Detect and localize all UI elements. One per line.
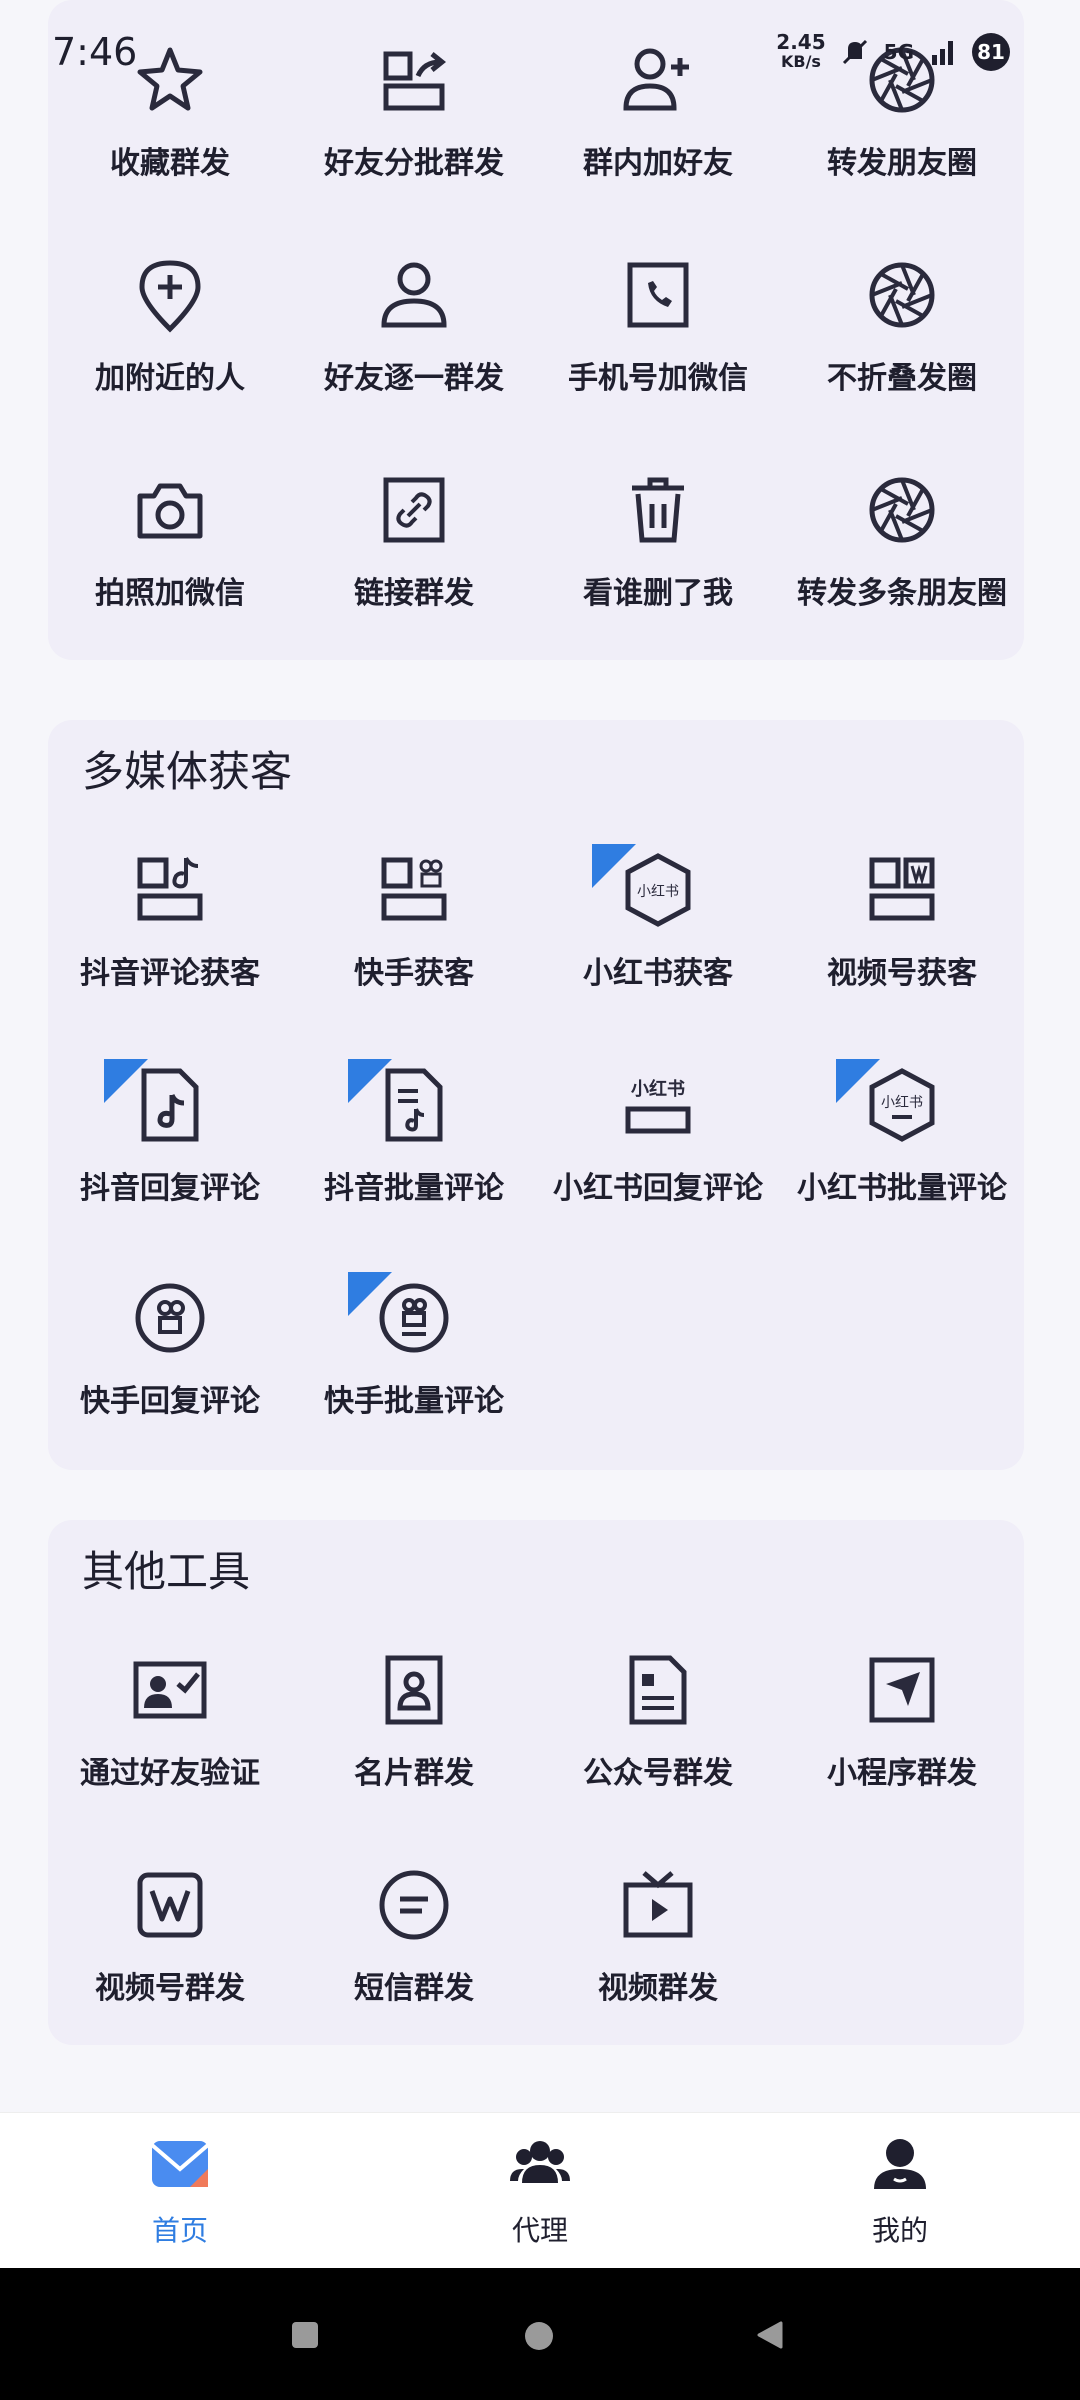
svg-text:小红书: 小红书 — [881, 1095, 923, 1111]
back-button[interactable] — [755, 2320, 785, 2354]
section-title-other: 其他工具 — [82, 1547, 251, 1596]
battery-indicator: 81 — [972, 33, 1010, 71]
new-badge — [836, 1059, 880, 1103]
card-media-acquisition: 多媒体获客 抖音评论获客 快手获客 小红书 小红书获客 视频号获客 抖音回复评论… — [48, 720, 1024, 1470]
location-add-icon — [139, 260, 201, 333]
tile-phone-add-wechat[interactable]: 手机号加微信 — [536, 255, 780, 425]
recents-button[interactable] — [290, 2320, 320, 2354]
tile-xiaohongshu-batch[interactable]: 小红书 小红书批量评论 — [780, 1059, 1024, 1235]
article-icon — [629, 1655, 687, 1725]
mute-icon — [842, 39, 867, 65]
tile-channels-broadcast[interactable]: 视频号群发 — [48, 1865, 292, 2035]
tile-xiaohongshu-reply[interactable]: 小红书 小红书回复评论 — [536, 1065, 780, 1235]
douyin-layout-icon — [137, 857, 203, 921]
new-badge — [348, 1272, 392, 1316]
tile-douyin-batch[interactable]: 抖音批量评论 — [292, 1059, 536, 1235]
square-icon — [292, 2322, 318, 2348]
home-mail-icon — [150, 2141, 210, 2187]
triangle-back-icon — [757, 2321, 783, 2349]
link-icon — [383, 477, 445, 543]
tile-kuaishou-batch[interactable]: 快手批量评论 — [292, 1272, 536, 1448]
person-icon — [381, 262, 447, 328]
section-title-media: 多媒体获客 — [82, 747, 293, 796]
id-check-icon — [133, 1661, 207, 1719]
tile-official-account-broadcast[interactable]: 公众号群发 — [536, 1650, 780, 1820]
tile-mini-program-broadcast[interactable]: 小程序群发 — [780, 1650, 1024, 1820]
tile-nearby-people[interactable]: 加附近的人 — [48, 255, 292, 425]
aperture-icon — [869, 262, 935, 328]
status-time: 7:46 — [52, 30, 138, 74]
tile-friend-one-by-one[interactable]: 好友逐一群发 — [292, 255, 536, 425]
tile-kuaishou[interactable]: 快手获客 — [292, 850, 536, 1020]
tile-douyin-reply[interactable]: 抖音回复评论 — [48, 1059, 292, 1235]
bottom-nav: 首页 代理 我的 — [0, 2112, 1080, 2269]
tile-verify-friend[interactable]: 通过好友验证 — [48, 1650, 292, 1820]
group-icon — [510, 2141, 570, 2183]
camera-icon — [137, 483, 203, 539]
tile-video-broadcast[interactable]: 视频群发 — [536, 1865, 780, 2035]
contact-card-icon — [385, 1655, 443, 1725]
trash-icon — [632, 477, 684, 543]
tile-link-broadcast[interactable]: 链接群发 — [292, 470, 536, 640]
tile-kuaishou-reply[interactable]: 快手回复评论 — [48, 1278, 292, 1448]
tile-xiaohongshu[interactable]: 小红书 小红书获客 — [536, 844, 780, 1020]
xiaohongshu-layout-icon: 小红书 — [625, 1078, 691, 1134]
nav-home[interactable]: 首页 — [90, 2131, 270, 2249]
home-button[interactable] — [523, 2320, 555, 2356]
kuaishou-circle-icon — [135, 1283, 205, 1353]
channels-layout-icon — [869, 857, 935, 921]
nav-agent[interactable]: 代理 — [450, 2131, 630, 2249]
signal-icon — [932, 41, 953, 65]
tile-who-deleted-me[interactable]: 看谁删了我 — [536, 470, 780, 640]
nav-mine[interactable]: 我的 — [810, 2131, 990, 2249]
tile-no-fold-post[interactable]: 不折叠发圈 — [780, 255, 1024, 425]
new-badge — [348, 1059, 392, 1103]
tile-douyin-comment[interactable]: 抖音评论获客 — [48, 850, 292, 1020]
tile-card-broadcast[interactable]: 名片群发 — [292, 1650, 536, 1820]
status-indicators: 2.45 KB/s 5G 81 — [776, 32, 1010, 72]
aperture-icon — [869, 477, 935, 543]
phone-icon — [627, 262, 689, 328]
kuaishou-layout-icon — [381, 857, 447, 921]
svg-text:小红书: 小红书 — [637, 884, 679, 900]
circle-icon — [525, 2322, 553, 2350]
card-other-tools: 其他工具 通过好友验证 名片群发 公众号群发 小程序群发 视频号群发 短信群发 … — [48, 1520, 1024, 2045]
tile-photo-add-wechat[interactable]: 拍照加微信 — [48, 470, 292, 640]
profile-icon — [874, 2139, 926, 2189]
mini-program-icon — [869, 1657, 935, 1723]
tile-sms-broadcast[interactable]: 短信群发 — [292, 1865, 536, 2035]
system-nav-bar — [0, 2268, 1080, 2400]
status-bar: 7:46 2.45 KB/s 5G 81 — [0, 0, 1080, 110]
new-badge — [104, 1059, 148, 1103]
message-icon — [379, 1870, 449, 1940]
svg-text:小红书: 小红书 — [631, 1078, 685, 1100]
network-type: 5G — [883, 40, 914, 64]
new-badge — [592, 844, 636, 888]
channels-icon — [137, 1872, 203, 1938]
network-speed: 2.45 KB/s — [776, 30, 826, 71]
tv-play-icon — [623, 1871, 693, 1938]
tile-forward-multi-moments[interactable]: 转发多条朋友圈 — [780, 470, 1024, 640]
tile-channels[interactable]: 视频号获客 — [780, 850, 1024, 1020]
